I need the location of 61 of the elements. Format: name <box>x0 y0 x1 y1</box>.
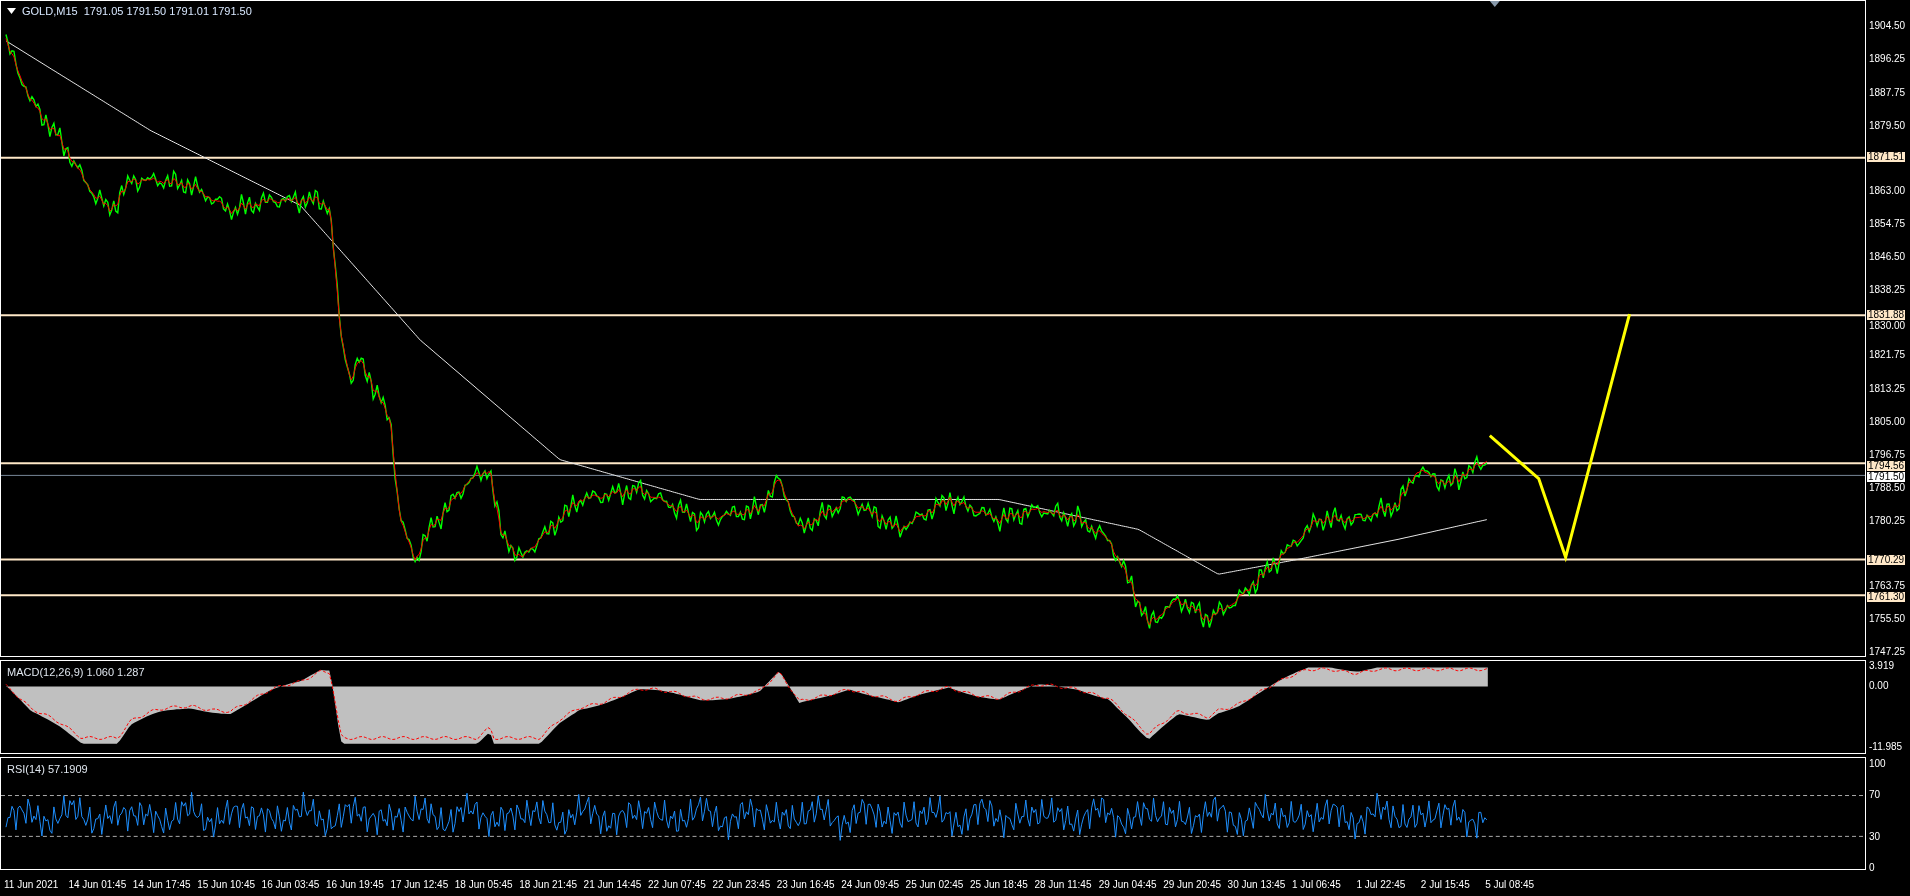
time-label: 11 Jun 2021 <box>4 878 59 892</box>
time-label: 17 Jun 12:45 <box>390 878 449 892</box>
price-label: 1830.00 <box>1869 321 1906 332</box>
price-label: 1871.51 <box>1867 152 1906 163</box>
indicator-label: 30 <box>1869 831 1881 842</box>
shift-marker-icon <box>1489 1 1500 7</box>
time-label: 14 Jun 01:45 <box>68 878 127 892</box>
price-label: 1854.75 <box>1869 219 1906 230</box>
price-label: 1770.29 <box>1867 555 1906 566</box>
indicator-label: 3.919 <box>1869 661 1895 671</box>
time-label: 5 Jul 08:45 <box>1485 878 1535 892</box>
indicator-label: 70 <box>1869 790 1881 801</box>
time-label: 15 Jun 10:45 <box>197 878 255 892</box>
time-label: 2 Jul 15:45 <box>1420 878 1470 892</box>
time-label: 30 Jun 13:45 <box>1227 878 1286 892</box>
time-label: 1 Jul 06:45 <box>1292 878 1341 892</box>
symbol-label: GOLD,M15 <box>22 4 78 19</box>
price-label: 1846.50 <box>1869 251 1906 262</box>
time-label: 22 Jun 07:45 <box>648 878 706 892</box>
time-label: 25 Jun 18:45 <box>970 878 1028 892</box>
time-label: 16 Jun 03:45 <box>261 878 320 892</box>
indicator-label: 0.00 <box>1869 680 1889 691</box>
price-label: 1821.75 <box>1869 350 1906 361</box>
price-label: 1879.50 <box>1869 120 1906 131</box>
time-label: 29 Jun 20:45 <box>1163 878 1221 892</box>
indicator-label: -11.985 <box>1869 742 1903 752</box>
price-label: 1813.25 <box>1869 384 1906 395</box>
price-label: 1763.75 <box>1869 581 1906 592</box>
time-label: 1 Jul 22:45 <box>1356 878 1406 892</box>
price-label: 1747.25 <box>1869 647 1906 657</box>
price-label: 1904.50 <box>1869 21 1906 31</box>
price-label: 1863.00 <box>1869 186 1906 197</box>
time-label: 24 Jun 09:45 <box>841 878 899 892</box>
price-label: 1831.88 <box>1867 310 1906 321</box>
price-label: 1788.50 <box>1869 482 1906 493</box>
time-label: 29 Jun 04:45 <box>1098 878 1157 892</box>
price-label: 1791.50 <box>1867 471 1906 482</box>
time-label: 16 Jun 19:45 <box>326 878 384 892</box>
time-label: 18 Jun 21:45 <box>519 878 577 892</box>
time-label: 18 Jun 05:45 <box>454 878 513 892</box>
time-label: 14 Jun 17:45 <box>132 878 191 892</box>
indicator-label: 100 <box>1869 759 1886 769</box>
price-label: 1805.00 <box>1869 417 1906 428</box>
indicator-title: RSI(14) 57.1909 <box>7 762 88 777</box>
time-label: 25 Jun 02:45 <box>905 878 964 892</box>
price-readout: 1791.05 1791.50 1791.01 1791.50 <box>83 4 252 19</box>
dropdown-icon <box>7 8 16 15</box>
price-label: 1755.50 <box>1869 614 1906 625</box>
price-label: 1887.75 <box>1869 87 1906 98</box>
price-label: 1896.25 <box>1869 53 1906 64</box>
time-label: 28 Jun 11:45 <box>1034 878 1092 892</box>
indicator-label: 0 <box>1869 863 1875 873</box>
price-label: 1780.25 <box>1869 515 1906 526</box>
price-label: 1794.56 <box>1867 460 1906 471</box>
time-label: 22 Jun 23:45 <box>712 878 771 892</box>
time-label: 21 Jun 14:45 <box>583 878 642 892</box>
indicator-title: MACD(12,26,9) 1.060 1.287 <box>7 665 145 680</box>
price-label: 1796.75 <box>1869 449 1906 460</box>
price-label: 1838.25 <box>1869 284 1906 295</box>
time-label: 23 Jun 16:45 <box>776 878 835 892</box>
price-label: 1761.30 <box>1867 592 1906 603</box>
